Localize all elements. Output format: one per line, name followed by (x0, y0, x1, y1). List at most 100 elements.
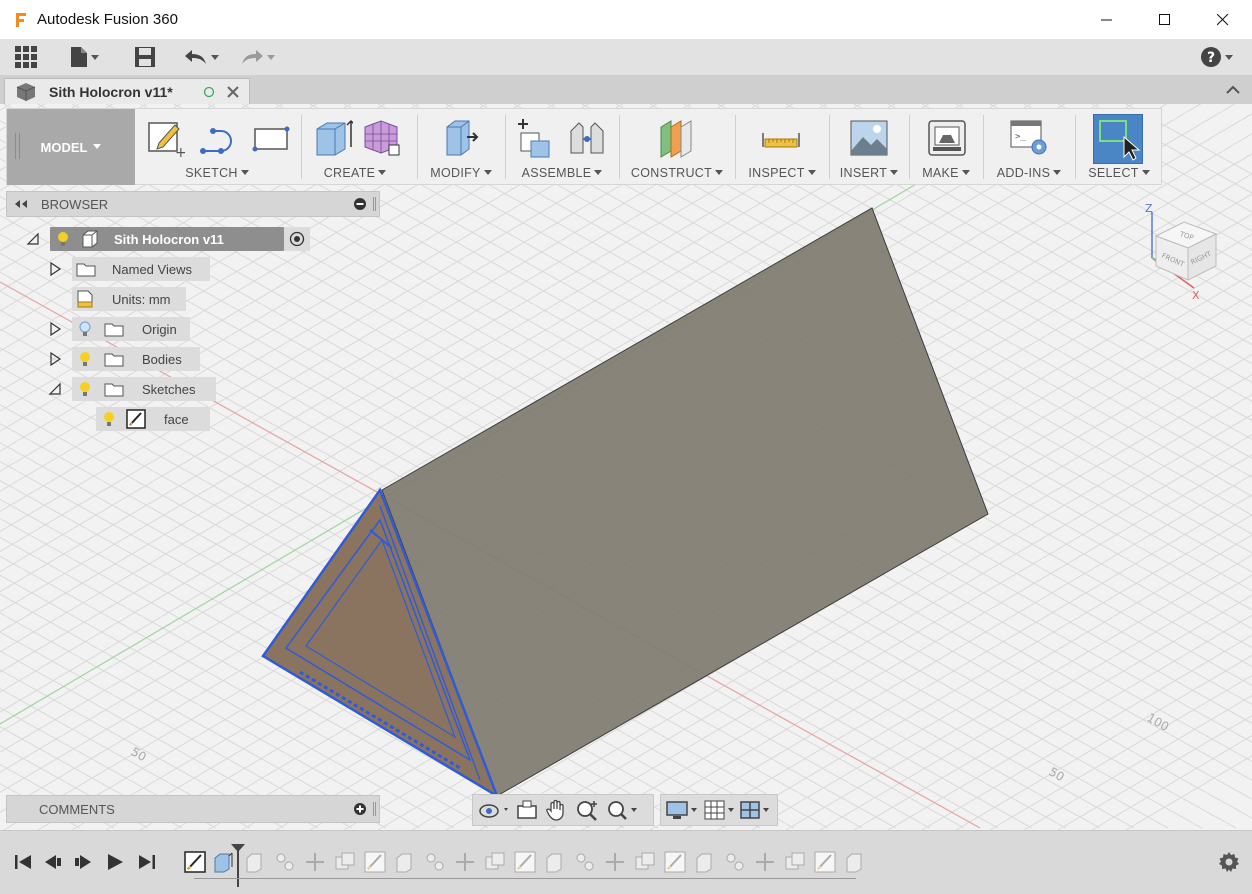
help-button[interactable]: ? (1200, 44, 1233, 70)
timeline-move-feature-icon[interactable] (754, 851, 776, 873)
sketch-menu[interactable]: SKETCH (135, 166, 299, 180)
browser-root-node[interactable]: Sith Holocron v11 (26, 227, 310, 251)
timeline-move-feature-icon[interactable] (454, 851, 476, 873)
save-button[interactable] (134, 44, 156, 70)
insert-menu[interactable]: INSERT (831, 166, 907, 180)
browser-item-origin[interactable]: Origin (48, 317, 190, 341)
add-comment-icon[interactable] (353, 802, 367, 816)
timeline-extrude-feature-icon[interactable] (394, 851, 416, 873)
timeline-extrude-feature-icon[interactable] (544, 851, 566, 873)
timeline-joint-feature-icon[interactable] (574, 851, 596, 873)
collapse-toolbar-icon[interactable] (1224, 81, 1242, 99)
viewcube[interactable]: TOP FRONT RIGHT Z X (1136, 200, 1232, 300)
pan-hand-icon[interactable] (545, 799, 569, 821)
browser-grip[interactable] (373, 197, 376, 211)
timeline-settings-icon[interactable] (1218, 851, 1240, 873)
activate-component-button[interactable] (284, 227, 310, 251)
expanded-triangle-icon[interactable] (26, 232, 40, 246)
close-tab-icon[interactable] (226, 85, 239, 98)
close-window-button[interactable] (1194, 0, 1252, 39)
browser-item-units[interactable]: Units: mm (72, 287, 186, 311)
select-button[interactable] (1093, 114, 1143, 164)
visibility-bulb-icon[interactable] (100, 410, 118, 428)
collapse-browser-icon[interactable] (13, 199, 29, 209)
timeline-extrude-feature-icon[interactable] (244, 851, 266, 873)
orbit-icon[interactable] (477, 799, 511, 821)
add-ins-menu[interactable]: ADD-INS (985, 166, 1073, 180)
timeline-move-feature-icon[interactable] (304, 851, 326, 873)
select-menu[interactable]: SELECT (1077, 166, 1161, 180)
insert-image-icon[interactable] (849, 117, 889, 159)
browser-header[interactable]: BROWSER (6, 191, 380, 217)
form-mesh-icon[interactable] (361, 117, 401, 159)
collapsed-triangle-icon[interactable] (48, 322, 62, 336)
collapsed-triangle-icon[interactable] (48, 352, 62, 366)
timeline-combine-feature-icon[interactable] (484, 851, 506, 873)
visibility-bulb-off-icon[interactable] (76, 320, 94, 338)
line-arc-sketch-icon[interactable] (197, 117, 237, 159)
timeline-combine-feature-icon[interactable] (334, 851, 356, 873)
inspect-menu[interactable]: INSPECT (737, 166, 827, 180)
timeline-joint-feature-icon[interactable] (724, 851, 746, 873)
timeline-joint-feature-icon[interactable] (274, 851, 296, 873)
minimize-button[interactable] (1078, 0, 1136, 39)
undo-button[interactable] (184, 44, 219, 70)
play-icon[interactable] (104, 851, 126, 873)
timeline-extrude-feature-icon[interactable] (844, 851, 866, 873)
construct-menu[interactable]: CONSTRUCT (621, 166, 733, 180)
measure-icon[interactable] (761, 117, 801, 159)
timeline-sketch-feature-icon[interactable] (664, 851, 686, 873)
browser-item-named-views[interactable]: Named Views (48, 257, 210, 281)
timeline-sketch-feature-icon[interactable] (814, 851, 836, 873)
redo-button[interactable] (240, 44, 275, 70)
3d-print-icon[interactable] (927, 117, 967, 159)
comments-grip[interactable] (373, 802, 376, 816)
extrude-icon[interactable] (313, 117, 353, 159)
new-component-icon[interactable] (515, 117, 555, 159)
prism-top-face[interactable] (381, 207, 989, 797)
timeline-sketch-feature-icon[interactable] (184, 851, 206, 873)
visibility-bulb-icon[interactable] (54, 230, 72, 248)
timeline-sketch-feature-icon[interactable] (364, 851, 386, 873)
expanded-triangle-icon[interactable] (48, 382, 62, 396)
modify-menu[interactable]: MODIFY (419, 166, 503, 180)
grid-settings-icon[interactable] (703, 799, 737, 821)
visibility-bulb-icon[interactable] (76, 380, 94, 398)
file-menu-button[interactable] (70, 44, 99, 70)
browser-minimize-icon[interactable] (353, 197, 367, 211)
fit-zoom-icon[interactable] (605, 799, 639, 821)
timeline-sketch-feature-icon[interactable] (514, 851, 536, 873)
assemble-menu[interactable]: ASSEMBLE (507, 166, 617, 180)
comments-panel[interactable]: COMMENTS (6, 795, 380, 823)
maximize-button[interactable] (1136, 0, 1194, 39)
joint-icon[interactable] (567, 117, 607, 159)
data-panel-button[interactable] (14, 44, 38, 70)
browser-item-face-sketch[interactable]: face (96, 407, 210, 431)
viewports-icon[interactable] (739, 799, 773, 821)
make-menu[interactable]: MAKE (911, 166, 981, 180)
create-menu[interactable]: CREATE (303, 166, 407, 180)
create-sketch-icon[interactable]: + (145, 117, 185, 159)
step-back-icon[interactable] (42, 851, 64, 873)
scripts-addins-icon[interactable]: >_ (1009, 117, 1049, 159)
timeline-combine-feature-icon[interactable] (634, 851, 656, 873)
timeline-combine-feature-icon[interactable] (784, 851, 806, 873)
timeline-joint-feature-icon[interactable] (424, 851, 446, 873)
look-at-icon[interactable] (515, 799, 539, 821)
rectangle-sketch-icon[interactable] (251, 117, 291, 159)
browser-item-sketches[interactable]: Sketches (48, 377, 216, 401)
workspace-switcher[interactable]: MODEL (7, 109, 135, 185)
timeline-move-feature-icon[interactable] (604, 851, 626, 873)
step-forward-icon[interactable] (72, 851, 94, 873)
collapsed-triangle-icon[interactable] (48, 262, 62, 276)
visibility-bulb-icon[interactable] (76, 350, 94, 368)
document-tab[interactable]: Sith Holocron v11* (4, 78, 250, 104)
timeline-extrude-feature-icon[interactable] (694, 851, 716, 873)
display-settings-icon[interactable] (665, 799, 699, 821)
offset-plane-icon[interactable] (657, 117, 697, 159)
zoom-icon[interactable] (575, 799, 601, 821)
go-to-start-icon[interactable] (12, 851, 34, 873)
browser-item-bodies[interactable]: Bodies (48, 347, 200, 371)
go-to-end-icon[interactable] (136, 851, 158, 873)
press-pull-icon[interactable] (441, 117, 481, 159)
